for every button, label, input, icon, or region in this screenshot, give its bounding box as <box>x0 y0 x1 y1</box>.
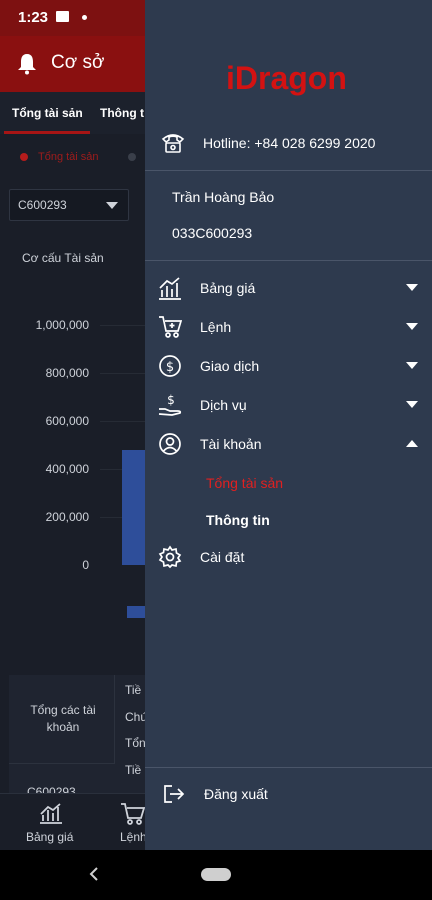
chevron-up-icon <box>406 440 418 447</box>
hotline-row[interactable]: Hotline: +84 028 6299 2020 <box>145 120 432 170</box>
image-notification-icon <box>56 11 69 22</box>
grid-line <box>100 421 145 422</box>
svg-text:$: $ <box>166 360 174 375</box>
y-tick-label: 200,000 <box>45 510 89 524</box>
subtab-label[interactable]: Tổng tài sản <box>38 151 99 163</box>
bottom-nav-price-board[interactable]: Bảng giá <box>26 830 73 844</box>
menu-item-transaction[interactable]: $ Giao dịch <box>145 347 432 385</box>
chart-bar <box>127 606 145 618</box>
section-title: Cơ cấu Tài sản <box>22 251 104 265</box>
radio-unselected[interactable] <box>128 153 136 161</box>
cart-icon <box>159 316 182 338</box>
home-button[interactable] <box>201 868 231 881</box>
app-logo: iDragon <box>226 60 347 96</box>
menu-item-label: Dịch vụ <box>200 397 247 413</box>
menu-item-label: Bảng giá <box>200 280 256 296</box>
table-row-label: Tiề <box>125 763 142 777</box>
menu-item-price-board[interactable]: Bảng giá <box>145 269 432 307</box>
table-row-label: Tổn <box>125 736 146 750</box>
radio-selected[interactable] <box>20 153 28 161</box>
bottom-nav-order[interactable]: Lệnh <box>120 830 147 844</box>
divider <box>145 170 432 171</box>
bell-icon[interactable] <box>17 53 37 75</box>
tab-bar: Tổng tài sản Thông t <box>0 92 145 135</box>
hotline-text: Hotline: +84 028 6299 2020 <box>203 135 376 151</box>
logout-icon <box>164 785 185 803</box>
submenu-info[interactable]: Thông tin <box>206 512 270 528</box>
menu-item-label: Cài đặt <box>200 549 245 565</box>
user-name: Trần Hoàng Bảo <box>172 189 275 205</box>
tab-total-assets[interactable]: Tổng tài sản <box>12 106 83 120</box>
logout-button[interactable]: Đăng xuất <box>145 775 432 815</box>
chevron-down-icon <box>406 284 418 291</box>
y-tick-label: 800,000 <box>45 366 89 380</box>
grid-line <box>100 373 145 374</box>
submenu-total-assets[interactable]: Tổng tài sản <box>206 475 283 491</box>
gear-icon <box>158 545 182 569</box>
page-title: Cơ sở <box>51 52 105 73</box>
phone-icon <box>161 134 185 153</box>
account-select-value: C600293 <box>18 198 67 212</box>
chevron-down-icon <box>406 362 418 369</box>
menu-item-label: Tài khoản <box>200 436 262 452</box>
table-row-label: Tiề <box>125 683 142 697</box>
logout-label: Đăng xuất <box>204 786 268 802</box>
service-icon: $ <box>158 393 182 416</box>
user-code: 033C600293 <box>172 225 253 241</box>
y-tick-label: 400,000 <box>45 462 89 476</box>
divider <box>145 260 432 261</box>
y-tick-label: 0 <box>82 558 89 572</box>
grid-line <box>100 325 145 326</box>
table-group-label: Tổng các tài khoản <box>30 703 96 734</box>
notification-dot-icon <box>82 15 87 20</box>
menu-item-order[interactable]: Lệnh <box>145 308 432 346</box>
account-select[interactable]: C600293 <box>9 189 129 221</box>
menu-item-account[interactable]: Tài khoản <box>145 425 432 463</box>
y-tick-label: 600,000 <box>45 414 89 428</box>
chart-icon <box>159 277 181 300</box>
chart-bar <box>122 449 145 565</box>
chart-icon[interactable] <box>38 801 64 825</box>
status-time: 1:23 <box>18 9 49 26</box>
table-group-cell: Tổng các tài khoản <box>9 675 115 764</box>
y-tick-label: 1,000,000 <box>35 318 89 332</box>
svg-text:$: $ <box>167 393 175 407</box>
dollar-icon: $ <box>159 355 181 377</box>
divider <box>145 767 432 768</box>
chevron-down-icon <box>406 401 418 408</box>
bottom-nav: Bảng giá Lệnh <box>0 793 147 851</box>
user-icon <box>159 433 181 455</box>
menu-item-label: Lệnh <box>200 319 232 335</box>
app-header: Cơ sở <box>0 36 145 92</box>
navigation-drawer: iDragon Hotline: +84 028 6299 2020 Trần … <box>145 0 432 850</box>
back-icon[interactable] <box>89 867 99 881</box>
cart-icon[interactable] <box>120 802 146 826</box>
menu-item-label: Giao dịch <box>200 358 260 374</box>
menu-item-settings[interactable]: Cài đặt <box>145 538 432 576</box>
chevron-down-icon <box>406 323 418 330</box>
chevron-down-icon <box>106 202 118 209</box>
system-navigation-bar <box>0 850 432 900</box>
tab-info[interactable]: Thông t <box>100 106 144 120</box>
menu-item-service[interactable]: $ Dịch vụ <box>145 386 432 424</box>
assets-table: Tổng các tài khoản Tiề Chứ Tổn Tiề C6002… <box>9 675 148 799</box>
